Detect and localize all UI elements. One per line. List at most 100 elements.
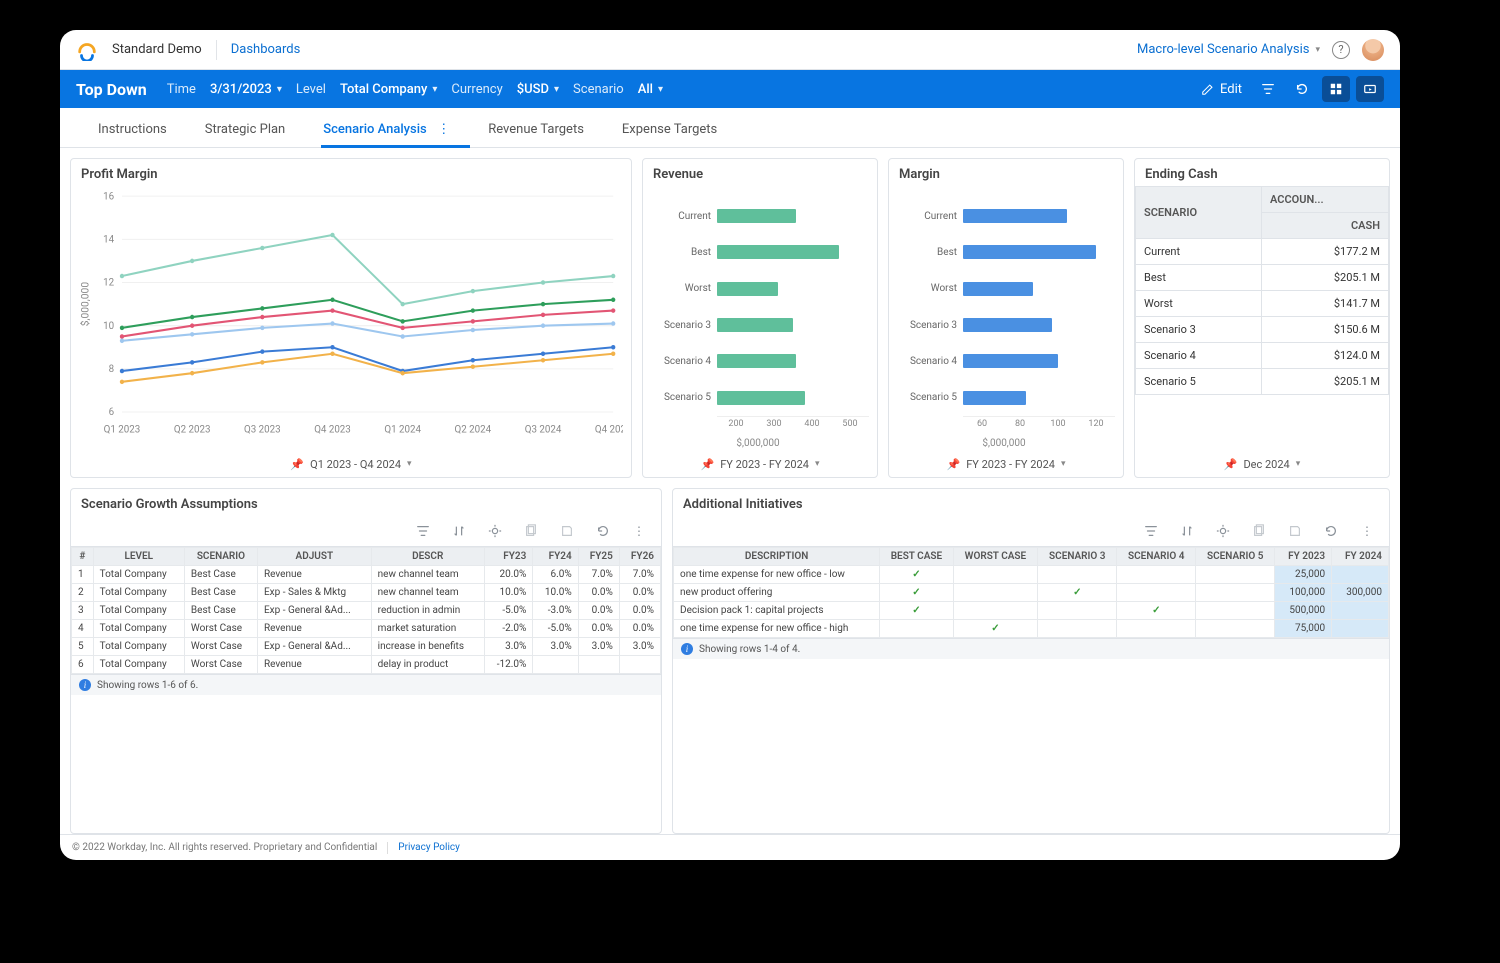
- svg-text:$,000,000: $,000,000: [79, 282, 92, 327]
- bar-category: Scenario 3: [647, 320, 711, 331]
- settings-icon[interactable]: [1215, 523, 1231, 539]
- svg-text:12: 12: [103, 277, 114, 288]
- tab-revenue-targets[interactable]: Revenue Targets: [486, 112, 586, 147]
- bar-row: Scenario 5: [893, 387, 1115, 409]
- kebab-icon[interactable]: ⋮: [1359, 523, 1375, 539]
- filter-time-value[interactable]: 3/31/2023▾: [210, 82, 282, 97]
- table-row[interactable]: Decision pack 1: capital projects✓✓500,0…: [674, 602, 1389, 620]
- filter-icon[interactable]: [1143, 523, 1159, 539]
- edit-button[interactable]: Edit: [1194, 76, 1248, 102]
- grid-toolbar: ⋮: [673, 516, 1389, 546]
- svg-text:Q3 2023: Q3 2023: [244, 424, 281, 435]
- table-row[interactable]: 1Total CompanyBest CaseRevenuenew channe…: [72, 566, 661, 584]
- tab-strategic-plan[interactable]: Strategic Plan: [203, 112, 287, 147]
- kebab-icon[interactable]: ⋮: [427, 122, 450, 137]
- bar-category: Worst: [893, 283, 957, 294]
- table-row[interactable]: 6Total CompanyWorst CaseRevenuedelay in …: [72, 656, 661, 674]
- initiatives-grid[interactable]: DESCRIPTIONBEST CASEWORST CASESCENARIO 3…: [673, 547, 1389, 638]
- filter-currency-value[interactable]: $USD▾: [517, 82, 559, 97]
- svg-text:Q1 2024: Q1 2024: [384, 424, 421, 435]
- table-row[interactable]: new product offering✓✓100,000300,000: [674, 584, 1389, 602]
- bar-category: Best: [647, 247, 711, 258]
- margin-bar-chart[interactable]: Current Best Worst Scenario 3 Scenario 4…: [893, 192, 1115, 451]
- info-icon: i: [681, 643, 693, 655]
- settings-icon[interactable]: [487, 523, 503, 539]
- table-row[interactable]: Worst$141.7 M: [1136, 291, 1389, 317]
- card-footer[interactable]: 📌FY 2023 - FY 2024▾: [643, 451, 877, 477]
- scenario-analysis-link[interactable]: Macro-level Scenario Analysis ▾: [1137, 42, 1320, 57]
- table-row[interactable]: Scenario 3$150.6 M: [1136, 317, 1389, 343]
- sort-icon[interactable]: [451, 523, 467, 539]
- tab-expense-targets[interactable]: Expense Targets: [620, 112, 719, 147]
- svg-text:16: 16: [103, 191, 114, 202]
- pin-icon: 📌: [946, 458, 960, 471]
- user-avatar[interactable]: [1362, 39, 1384, 61]
- card-footer[interactable]: 📌Q1 2023 - Q4 2024▾: [71, 451, 631, 477]
- table-row[interactable]: Scenario 5$205.1 M: [1136, 369, 1389, 395]
- card-additional-initiatives: Additional Initiatives ⋮ DESCRIPTIONBEST…: [672, 488, 1390, 834]
- revenue-bar-chart[interactable]: Current Best Worst Scenario 3 Scenario 4…: [647, 192, 869, 451]
- app-footer: © 2022 Workday, Inc. All rights reserved…: [60, 834, 1400, 860]
- table-row[interactable]: Best$205.1 M: [1136, 265, 1389, 291]
- tab-instructions[interactable]: Instructions: [96, 112, 169, 147]
- table-row[interactable]: one time expense for new office - high✓7…: [674, 620, 1389, 638]
- bar-category: Current: [647, 211, 711, 222]
- table-row[interactable]: Scenario 4$124.0 M: [1136, 343, 1389, 369]
- filter-icon-button[interactable]: [1254, 76, 1282, 102]
- kebab-icon[interactable]: ⋮: [631, 523, 647, 539]
- save-icon[interactable]: [1287, 523, 1303, 539]
- bar-category: Current: [893, 211, 957, 222]
- bar-row: Best: [893, 241, 1115, 263]
- profit-margin-line-chart[interactable]: 6810121416$,000,000Q1 2023Q2 2023Q3 2023…: [75, 190, 623, 447]
- col-scenario: SCENARIO: [1136, 187, 1262, 239]
- tab-scenario-analysis[interactable]: Scenario Analysis ⋮: [321, 112, 452, 147]
- bar-row: Scenario 5: [647, 387, 869, 409]
- table-row[interactable]: 5Total CompanyWorst CaseExp - General &A…: [72, 638, 661, 656]
- svg-text:Q2 2023: Q2 2023: [174, 424, 211, 435]
- card-title: Additional Initiatives: [673, 489, 1389, 516]
- table-row[interactable]: 2Total CompanyBest CaseExp - Sales & Mkt…: [72, 584, 661, 602]
- copy-icon[interactable]: [1251, 523, 1267, 539]
- table-row[interactable]: one time expense for new office - low✓25…: [674, 566, 1389, 584]
- refresh-icon[interactable]: [1323, 523, 1339, 539]
- bar-row: Scenario 3: [893, 314, 1115, 336]
- table-row[interactable]: 4Total CompanyWorst CaseRevenuemarket sa…: [72, 620, 661, 638]
- dashboards-link[interactable]: Dashboards: [231, 42, 301, 57]
- grid-status: iShowing rows 1-6 of 6.: [71, 674, 661, 695]
- header-divider: [216, 40, 217, 60]
- ending-cash-table[interactable]: SCENARIO ACCOUN... CASH Current$177.2 MB…: [1135, 186, 1389, 395]
- filter-scenario-value[interactable]: All▾: [638, 82, 663, 97]
- card-title: Profit Margin: [71, 159, 631, 186]
- copy-icon[interactable]: [523, 523, 539, 539]
- refresh-icon: [1294, 81, 1310, 97]
- filter-level-value[interactable]: Total Company▾: [340, 82, 437, 97]
- table-row[interactable]: Current$177.2 M: [1136, 239, 1389, 265]
- chevron-down-icon: ▾: [1061, 459, 1066, 469]
- filter-scenario-label: Scenario: [573, 82, 624, 97]
- present-button[interactable]: [1356, 76, 1384, 102]
- help-icon[interactable]: ?: [1332, 41, 1350, 59]
- refresh-icon[interactable]: [595, 523, 611, 539]
- card-revenue: Revenue Current Best Worst Scenario 3 Sc…: [642, 158, 878, 478]
- bar-row: Worst: [647, 278, 869, 300]
- card-margin: Margin Current Best Worst Scenario 3 Sce…: [888, 158, 1124, 478]
- card-title: Revenue: [643, 159, 877, 186]
- sort-icon[interactable]: [1179, 523, 1195, 539]
- card-footer[interactable]: 📌FY 2023 - FY 2024▾: [889, 451, 1123, 477]
- table-row[interactable]: 3Total CompanyBest CaseExp - General &Ad…: [72, 602, 661, 620]
- col-cash: CASH: [1262, 213, 1389, 239]
- privacy-policy-link[interactable]: Privacy Policy: [398, 842, 460, 853]
- filter-icon[interactable]: [415, 523, 431, 539]
- svg-text:8: 8: [109, 364, 115, 375]
- dashboard: Profit Margin 6810121416$,000,000Q1 2023…: [60, 148, 1400, 834]
- bar-row: Best: [647, 241, 869, 263]
- card-title: Ending Cash: [1135, 159, 1389, 186]
- card-footer[interactable]: 📌Dec 2024▾: [1135, 451, 1389, 477]
- growth-grid[interactable]: #LEVELSCENARIOADJUSTDESCRFY23FY24FY25FY2…: [71, 547, 661, 674]
- save-icon[interactable]: [559, 523, 575, 539]
- workday-logo[interactable]: [76, 39, 98, 61]
- bar-category: Worst: [647, 283, 711, 294]
- grid-view-button[interactable]: [1322, 76, 1350, 102]
- refresh-button[interactable]: [1288, 76, 1316, 102]
- grid-status: iShowing rows 1-4 of 4.: [673, 638, 1389, 659]
